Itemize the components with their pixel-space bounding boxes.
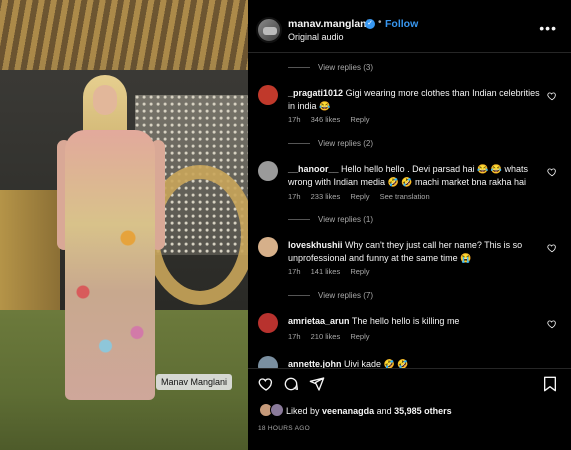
comment-text: amrietaa_arun The hello hello is killing…	[288, 316, 460, 326]
commenter-avatar[interactable]	[258, 161, 278, 181]
commenter-username[interactable]: annette.john	[288, 359, 342, 368]
view-replies-button[interactable]: View replies (1)	[288, 215, 373, 224]
comment-likes[interactable]: 233 likes	[311, 192, 341, 201]
reply-button[interactable]: Reply	[350, 267, 369, 276]
view-replies-button[interactable]: View replies (7)	[288, 291, 373, 300]
comment-text: loveskhushii Why can't they just call he…	[288, 240, 523, 263]
reply-button[interactable]: Reply	[350, 115, 369, 124]
comment-meta: 17h 233 likes Reply See translation	[288, 192, 438, 201]
comments-list: View replies (3) _pragati1012 Gigi weari…	[248, 53, 571, 368]
audio-label[interactable]: Original audio	[288, 32, 344, 42]
comment-text: __hanoor__ Hello hello hello . Devi pars…	[288, 164, 529, 187]
commenter-username[interactable]: loveskhushii	[288, 240, 343, 250]
follow-button[interactable]: Follow	[385, 18, 418, 30]
comment-meta: 17h 141 likes Reply	[288, 267, 378, 276]
comment-time: 17h	[288, 332, 301, 341]
comment-meta: 17h 210 likes Reply	[288, 332, 378, 341]
commenter-avatar[interactable]	[258, 85, 278, 105]
comment-meta: 17h 346 likes Reply	[288, 115, 378, 124]
view-replies-button[interactable]: View replies (3)	[288, 63, 373, 72]
commenter-username[interactable]: __hanoor__	[288, 164, 339, 174]
gold-ceiling	[0, 0, 248, 70]
comment-time: 17h	[288, 115, 301, 124]
comment-likes[interactable]: 210 likes	[311, 332, 341, 341]
post-photo[interactable]: Manav Manglani	[0, 0, 248, 450]
commenter-avatar[interactable]	[258, 356, 278, 368]
gold-panel	[0, 190, 60, 330]
commenter-username[interactable]: amrietaa_arun	[288, 316, 350, 326]
see-translation-button[interactable]: See translation	[380, 192, 430, 201]
comment-likes[interactable]: 346 likes	[311, 115, 341, 124]
share-icon[interactable]	[309, 376, 325, 392]
heart-icon[interactable]	[547, 167, 557, 177]
reply-button[interactable]: Reply	[350, 332, 369, 341]
commenter-avatar[interactable]	[258, 313, 278, 333]
post-actions	[248, 374, 571, 398]
liker-avatar[interactable]	[270, 403, 284, 417]
post-header: manav.manglani ✓ • Follow Original audio…	[248, 10, 571, 50]
comment-likes[interactable]: 141 likes	[311, 267, 341, 276]
liked-by-text[interactable]: Liked by veenanagda and 35,985 others	[286, 406, 452, 416]
likes-count[interactable]: 35,985 others	[394, 406, 452, 416]
post-details-panel: manav.manglani ✓ • Follow Original audio…	[248, 0, 571, 450]
separator-dot: •	[378, 17, 382, 28]
heart-icon[interactable]	[258, 376, 274, 392]
commenter-username[interactable]: _pragati1012	[288, 88, 343, 98]
liker-username[interactable]: veenanagda	[322, 406, 374, 416]
post-timestamp: 18 HOURS AGO	[258, 425, 311, 432]
heart-icon[interactable]	[547, 319, 557, 329]
bookmark-icon[interactable]	[543, 376, 557, 392]
comment-time: 17h	[288, 192, 301, 201]
divider	[248, 368, 571, 369]
author-avatar[interactable]	[256, 17, 282, 43]
reply-button[interactable]: Reply	[350, 192, 369, 201]
comment-text: annette.john Uivi kade 🤣 🤣	[288, 359, 409, 368]
heart-icon[interactable]	[547, 91, 557, 101]
comment-time: 17h	[288, 267, 301, 276]
verified-icon: ✓	[365, 19, 375, 29]
comment-icon[interactable]	[283, 376, 299, 392]
liked-by-row: Liked by veenanagda and 35,985 others	[248, 402, 571, 422]
heart-icon[interactable]	[547, 243, 557, 253]
more-icon[interactable]: •••	[539, 20, 557, 36]
author-username[interactable]: manav.manglani	[288, 18, 370, 30]
user-tag[interactable]: Manav Manglani	[156, 374, 233, 390]
commenter-avatar[interactable]	[258, 237, 278, 257]
comment-text: _pragati1012 Gigi wearing more clothes t…	[288, 88, 540, 111]
model-figure	[55, 75, 175, 405]
view-replies-button[interactable]: View replies (2)	[288, 139, 373, 148]
